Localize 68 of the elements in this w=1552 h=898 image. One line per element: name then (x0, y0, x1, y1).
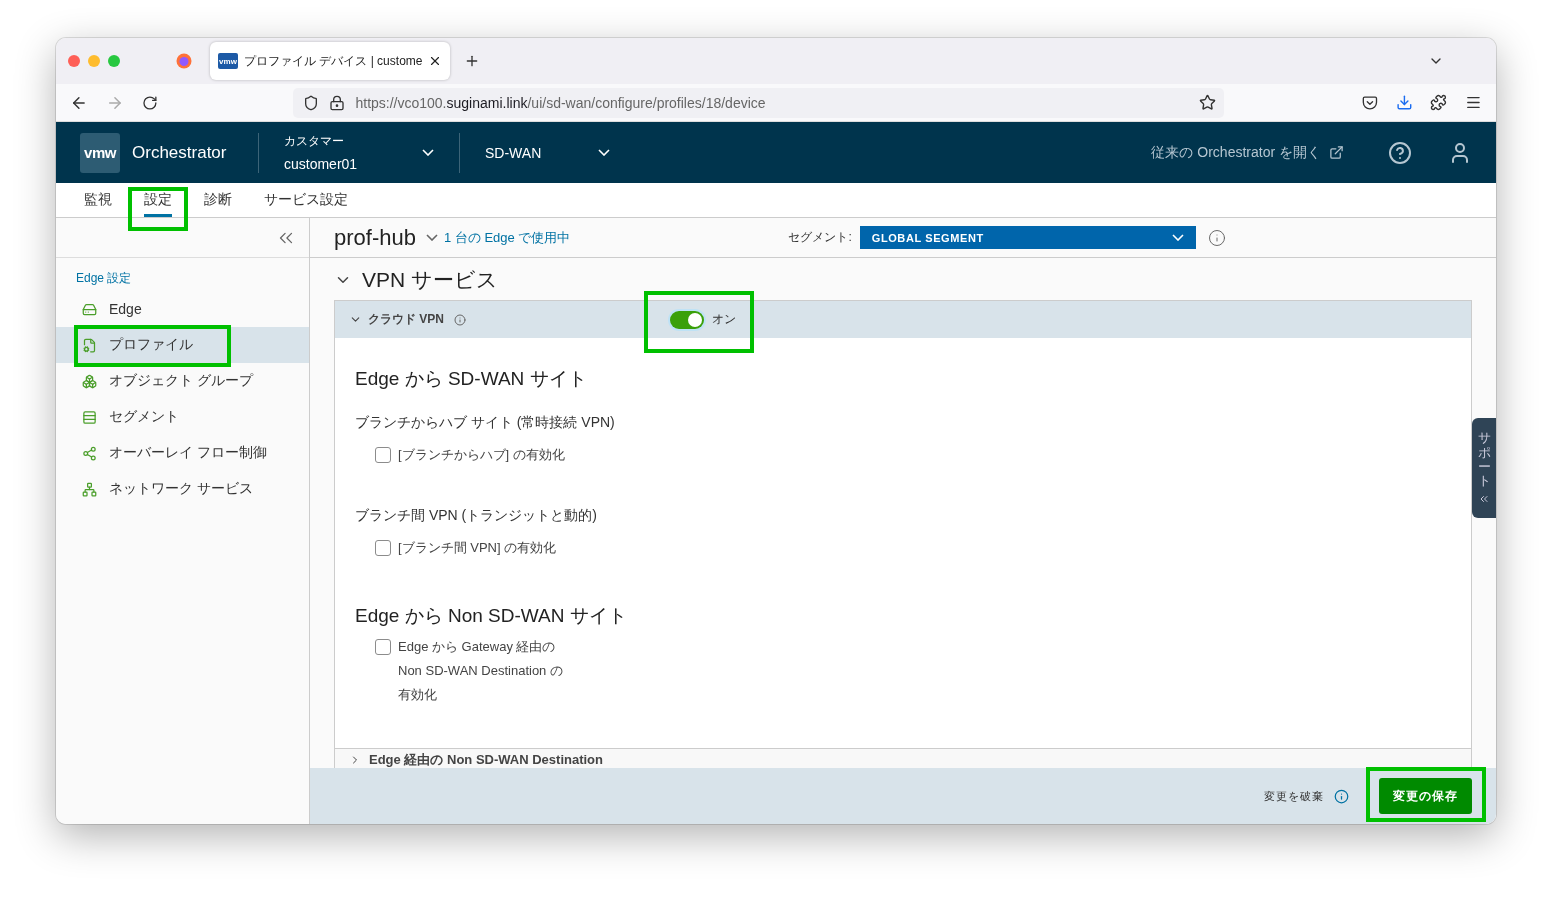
nav-tab[interactable]: サービス設定 (264, 183, 348, 217)
checkbox[interactable] (375, 447, 391, 463)
service-picker[interactable]: SD-WAN (460, 122, 635, 183)
nav-tab[interactable]: 監視 (84, 183, 112, 217)
boxes-icon (82, 373, 97, 389)
chevron-down-icon (1171, 234, 1184, 241)
save-changes-button[interactable]: 変更の保存 (1379, 778, 1472, 814)
address-bar[interactable]: https://vco100.suginami.link/ui/sd-wan/configure/profiles/18/device (293, 87, 1224, 118)
sidebar-item[interactable]: オブジェクト グループ (56, 363, 309, 399)
subsection-heading: ブランチ間 VPN (トランジットと動的) (355, 506, 598, 525)
edge-usage-link[interactable]: 1 台の Edge で使用中 (443, 228, 571, 247)
info-icon[interactable] (1334, 788, 1349, 804)
file-gear-icon (82, 337, 97, 353)
browser-logo-icon (176, 53, 192, 69)
url-text: https://vco100.suginami.link/ui/sd-wan/configure/profiles/18/device (355, 94, 767, 111)
customer-picker[interactable]: カスタマー customer01 (259, 122, 459, 183)
section-title: VPN サービス (362, 267, 498, 293)
nav-tab[interactable]: 診断 (204, 183, 232, 217)
tab-title: プロファイル デバイス | custome (244, 52, 423, 70)
chevron-down-icon[interactable] (425, 234, 438, 241)
support-tab[interactable]: サポート (1472, 418, 1496, 518)
vmw-logo: vmw (80, 132, 120, 173)
panel-title: Edge 経由の Non SD-WAN Destination (369, 750, 603, 768)
share-nodes-icon (82, 445, 97, 461)
segment-label: セグメント: (788, 229, 852, 246)
section-heading: Edge から Non SD-WAN サイト (355, 604, 628, 628)
browser-tab[interactable]: vmw プロファイル デバイス | custome (210, 42, 451, 80)
chevron-down-icon (598, 149, 610, 156)
drive-icon (82, 301, 97, 317)
product-name: Orchestrator (132, 142, 228, 163)
chevron-down-icon (422, 149, 434, 156)
discard-changes-button[interactable]: 変更を破棄 (1264, 788, 1324, 804)
section-heading: Edge から SD-WAN サイト (355, 367, 588, 391)
sidebar-section-title: Edge 設定 (76, 270, 133, 286)
classic-orchestrator-link[interactable]: 従来の Orchestrator を開く (1151, 143, 1344, 162)
toggle-label: オン (712, 311, 736, 328)
profile-name: prof-hub (334, 224, 416, 251)
lock-icon (329, 94, 346, 111)
checkbox[interactable] (375, 639, 391, 655)
sidebar-item[interactable]: Edge (56, 291, 309, 327)
sidebar-item[interactable]: セグメント (56, 399, 309, 435)
info-icon[interactable] (1207, 228, 1226, 247)
checkbox-label: [ブランチからハブ] の有効化 (398, 446, 565, 464)
network-icon (82, 481, 97, 497)
sidebar-item[interactable]: プロファイル (56, 327, 309, 363)
menu-icon[interactable] (1465, 94, 1482, 111)
external-link-icon (1329, 145, 1344, 160)
rows-icon (82, 409, 97, 425)
collapsed-panel-header[interactable]: Edge 経由の Non SD-WAN Destination (334, 749, 1472, 768)
subsection-heading: ブランチからハブ サイト (常時接続 VPN) (355, 413, 616, 432)
close-window-button[interactable] (68, 55, 80, 67)
checkbox-label: Edge から Gateway 経由の Non SD-WAN Destination の 有効化 (398, 638, 563, 704)
pocket-icon[interactable] (1361, 94, 1378, 111)
checkbox[interactable] (375, 540, 391, 556)
panel-title: クラウド VPN (368, 311, 444, 328)
favicon: vmw (218, 53, 238, 69)
reload-icon[interactable] (141, 94, 158, 111)
sidebar-item[interactable]: ネットワーク サービス (56, 471, 309, 507)
extensions-icon[interactable] (1430, 94, 1448, 111)
help-icon[interactable] (1388, 140, 1412, 165)
info-icon[interactable] (454, 313, 466, 326)
download-icon[interactable] (1395, 94, 1413, 111)
sidebar-item[interactable]: オーバーレイ フロー制御 (56, 435, 309, 471)
toggle-switch[interactable] (670, 310, 704, 329)
shield-icon (303, 94, 320, 111)
bookmark-star-icon[interactable] (1198, 94, 1216, 111)
segment-dropdown[interactable]: GLOBAL SEGMENT (859, 226, 1196, 249)
checkbox-label: [ブランチ間 VPN] の有効化 (398, 539, 557, 557)
